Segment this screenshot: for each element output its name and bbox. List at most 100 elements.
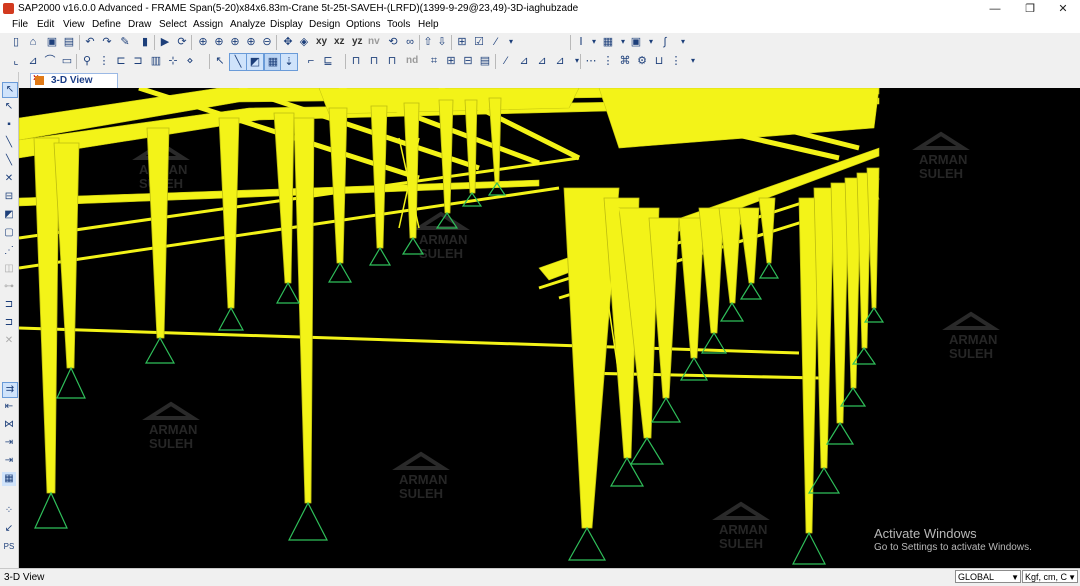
draw-frame-icon[interactable]: ╲ <box>229 53 247 71</box>
mass-source-icon[interactable]: ▥ <box>148 53 164 69</box>
rubber-band-zoom-icon[interactable]: ⟲ <box>385 34 401 50</box>
draw-area-icon[interactable]: ◩ <box>246 53 264 71</box>
zoom-previous-icon[interactable]: ⊕ <box>227 34 243 50</box>
menu-tools[interactable]: Tools <box>387 19 410 30</box>
mesh-icon[interactable]: ⋮ <box>668 53 684 69</box>
draw-tendon-icon[interactable]: ✕ <box>2 334 16 348</box>
3d-view-icon[interactable]: ◈ <box>296 34 312 50</box>
assign-frame-icon[interactable]: ⊞ <box>443 53 459 69</box>
menu-select[interactable]: Select <box>159 19 187 30</box>
minimize-button[interactable]: — <box>978 0 1012 18</box>
new-model-icon[interactable]: ▯ <box>8 34 24 50</box>
menu-view[interactable]: View <box>63 19 85 30</box>
combinations-icon[interactable]: ⊐ <box>130 53 146 69</box>
load-case-icon[interactable]: ⋮ <box>96 53 112 69</box>
snap-lines-icon[interactable]: ↙ <box>2 522 16 536</box>
draw-secondary-beams-icon[interactable]: ⊟ <box>2 190 16 204</box>
menu-assign[interactable]: Assign <box>193 19 223 30</box>
draw-section-cut-icon[interactable]: ⊐ <box>2 298 16 312</box>
draw-solid-icon[interactable]: ◫ <box>2 262 16 276</box>
redo-icon[interactable]: ↷ <box>99 34 115 50</box>
model-viewport[interactable]: ARMAN SULEH ARMAN SULEH ARMAN SULEH ARMAN SU… <box>19 88 1080 568</box>
edit-pencil-icon[interactable]: ✎ <box>117 34 133 50</box>
xz-view-button[interactable]: xz <box>334 34 345 50</box>
zoom-extents-icon[interactable]: ⊕ <box>211 34 227 50</box>
draw-joint-icon[interactable]: ▪ <box>2 118 16 132</box>
divide-icon[interactable]: ⋮ <box>600 53 616 69</box>
menu-design[interactable]: Design <box>309 19 340 30</box>
load-pattern-icon[interactable]: ⚲ <box>79 53 95 69</box>
zoom-out-icon[interactable]: ⊖ <box>259 34 275 50</box>
draw-rect-area-icon[interactable]: ▢ <box>2 226 16 240</box>
run-analysis-icon[interactable]: ▶ <box>157 34 173 50</box>
maximize-button[interactable]: ❐ <box>1013 0 1047 18</box>
quick-draw-icon[interactable]: ⌞ <box>8 53 24 69</box>
select-pointer-icon[interactable]: ↖ <box>212 53 228 69</box>
nv-view-button[interactable]: nv <box>368 34 380 50</box>
edit-dropdown-arrow[interactable]: ▾ <box>685 53 701 69</box>
assign-area-icon[interactable]: ▤ <box>477 53 493 69</box>
menu-file[interactable]: File <box>12 19 28 30</box>
quick-draw-frame-icon[interactable]: ╲ <box>2 154 16 168</box>
select-parallel-icon[interactable]: ⇥ <box>2 454 16 468</box>
close-button[interactable]: ✕ <box>1046 0 1080 18</box>
draw-special-icon[interactable]: ⇣ <box>280 53 298 71</box>
define-label-icon[interactable]: ⊏ <box>113 53 129 69</box>
select-intersecting-icon[interactable]: ⇥ <box>2 436 16 450</box>
grid-icon[interactable]: ⊿ <box>25 53 41 69</box>
menu-analyze[interactable]: Analyze <box>230 19 266 30</box>
zoom-in-icon[interactable]: ⊕ <box>243 34 259 50</box>
assign-load-icon[interactable]: ⊿ <box>516 53 532 69</box>
draw-link-icon[interactable]: ⊶ <box>2 280 16 294</box>
menu-define[interactable]: Define <box>92 19 121 30</box>
pan-icon[interactable]: ✥ <box>280 34 296 50</box>
snap-points-small-icon[interactable]: PS <box>2 540 16 554</box>
lock-icon[interactable]: ▮ <box>137 34 153 50</box>
more-dropdown-arrow[interactable]: ▾ <box>675 34 691 50</box>
xy-view-button[interactable]: xy <box>316 34 327 50</box>
functions-icon[interactable]: ⊹ <box>165 53 181 69</box>
section-designer-icon[interactable]: ∫ <box>657 34 673 50</box>
move-down-icon[interactable]: ⇩ <box>434 34 450 50</box>
quick-draw-area-icon[interactable]: ⋰ <box>2 244 16 258</box>
zoom-window-icon[interactable]: ⊕ <box>195 34 211 50</box>
assign-load-area-icon[interactable]: ⊿ <box>534 53 550 69</box>
design-display-icon[interactable]: ▣ <box>628 34 644 50</box>
refresh-icon[interactable]: ⟳ <box>174 34 190 50</box>
snap-joints-icon[interactable]: ⁘ <box>2 504 16 518</box>
nd-button[interactable]: nd <box>406 53 418 69</box>
assign-joint-icon[interactable]: ⌗ <box>426 53 442 69</box>
frame-offset-icon[interactable]: ⊓ <box>384 53 400 69</box>
show-undeformed-icon[interactable]: ☑ <box>471 34 487 50</box>
print-icon[interactable]: ▤ <box>61 34 77 50</box>
assign-link-icon[interactable]: ⁄ <box>498 53 514 69</box>
extrude-icon[interactable]: ⊔ <box>651 53 667 69</box>
menu-help[interactable]: Help <box>418 19 439 30</box>
set-display-options-icon[interactable]: ⊞ <box>454 34 470 50</box>
show-all-icon[interactable]: ▦ <box>2 472 16 486</box>
snap-points-icon[interactable]: ⊑ <box>320 53 336 69</box>
menu-display[interactable]: Display <box>270 19 303 30</box>
snap-icon[interactable]: ⌐ <box>303 53 319 69</box>
show-tables-icon[interactable]: ▦ <box>600 34 616 50</box>
reshape-icon[interactable]: ↖ <box>2 100 16 114</box>
yz-view-button[interactable]: yz <box>352 34 363 50</box>
units-select[interactable]: Kgf, cm, C ▼ <box>1022 570 1078 583</box>
pointer-select-icon[interactable]: ↖ <box>2 82 18 98</box>
draw-reference-point-icon[interactable]: ⊐ <box>2 316 16 330</box>
material-icon[interactable]: ▭ <box>59 53 75 69</box>
menu-draw[interactable]: Draw <box>128 19 151 30</box>
menu-options[interactable]: Options <box>346 19 380 30</box>
clear-selection-icon[interactable]: ⋈ <box>2 418 16 432</box>
section-icon[interactable]: ⌒ <box>42 53 58 69</box>
deformed-dropdown-arrow[interactable]: ▾ <box>503 34 519 50</box>
undo-icon[interactable]: ↶ <box>82 34 98 50</box>
save-icon[interactable]: ▣ <box>44 34 60 50</box>
draw-frame-line-icon[interactable]: ╲ <box>2 136 16 150</box>
assign-load-joint-icon[interactable]: ⊿ <box>552 53 568 69</box>
draw-poly-area-icon[interactable]: ◩ <box>2 208 16 222</box>
select-previous-icon[interactable]: ⇤ <box>2 400 16 414</box>
settings-gear-icon[interactable]: ⚙ <box>634 53 650 69</box>
coordinate-system-select[interactable]: GLOBAL ▼ <box>955 570 1021 583</box>
select-all-icon[interactable]: ⇉ <box>2 382 18 398</box>
